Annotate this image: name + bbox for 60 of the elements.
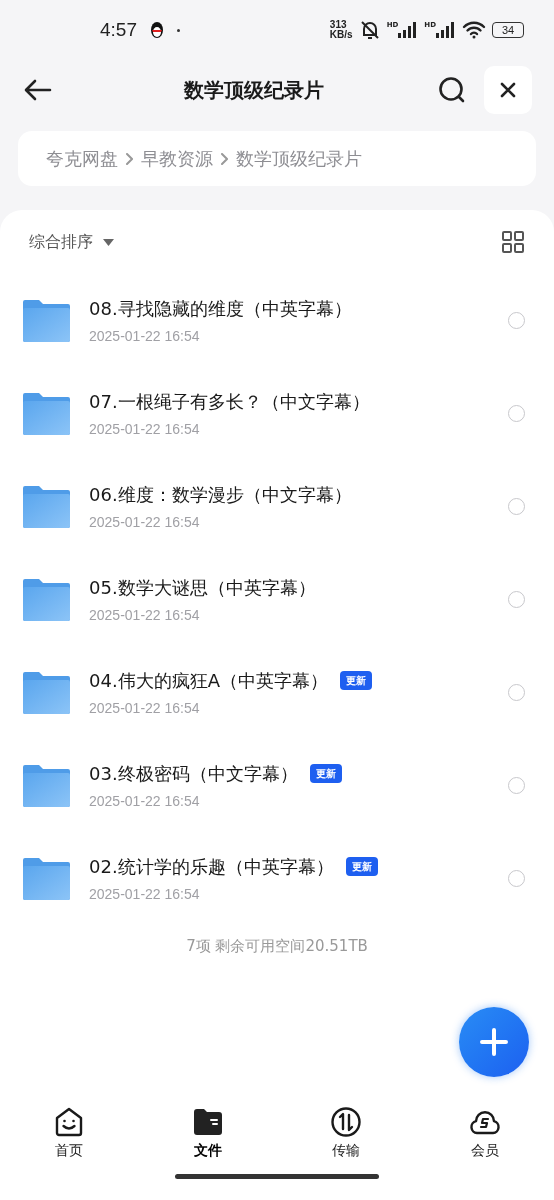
folder-icon: [23, 299, 70, 342]
folder-date: 2025-01-22 16:54: [89, 419, 201, 439]
folder-name: 02.统计学的乐趣（中英字幕）: [89, 854, 334, 879]
update-badge: 更新: [345, 856, 378, 876]
status-time: 4:57: [100, 17, 137, 42]
folder-name: 07.一根绳子有多长？（中文字幕）: [89, 389, 370, 414]
folder-row[interactable]: 08.寻找隐藏的维度（中英字幕） 2025-01-22 16:54: [0, 274, 554, 367]
folder-date: 2025-01-22 16:54: [89, 605, 201, 625]
chevron-right-icon: [221, 152, 228, 165]
transfer-icon: [330, 1106, 363, 1138]
folder-icon: [23, 485, 70, 528]
battery-indicator: 34: [492, 22, 524, 38]
plus-icon: [480, 1028, 508, 1056]
back-arrow-icon: [24, 79, 52, 101]
signal-icon: [436, 22, 456, 38]
nav-tab[interactable]: 首页: [0, 1106, 139, 1168]
folder-name: 05.数学大谜思（中英字幕）: [89, 575, 316, 600]
folder-icon: [23, 578, 70, 621]
folder-row[interactable]: 05.数学大谜思（中英字幕） 2025-01-22 16:54: [0, 553, 554, 646]
folder-icon: [23, 671, 70, 714]
folder-name: 03.终极密码（中文字幕）: [89, 761, 298, 786]
nav-tab[interactable]: 会员: [415, 1106, 554, 1168]
page-title: 数学顶级纪录片: [184, 77, 324, 104]
grid-view-button[interactable]: [501, 230, 525, 254]
network-speed-unit: KB/s: [329, 30, 353, 40]
folder-icon: [191, 1106, 224, 1138]
folder-date: 2025-01-22 16:54: [89, 791, 201, 811]
folder-date: 2025-01-22 16:54: [89, 884, 201, 904]
signal-icon: [398, 22, 419, 38]
caret-icon: [103, 238, 114, 246]
close-icon: [500, 82, 516, 98]
folder-date: 2025-01-22 16:54: [89, 698, 201, 718]
folder-name: 06.维度：数学漫步（中文字幕）: [89, 482, 352, 507]
folder-name: 08.寻找隐藏的维度（中英字幕）: [89, 296, 352, 321]
penguin-icon: [149, 21, 165, 39]
update-badge: 更新: [309, 763, 342, 783]
add-button[interactable]: [459, 1007, 529, 1077]
storage-summary: 7项 剩余可用空间20.51TB: [186, 936, 368, 957]
nav-tab[interactable]: 文件: [138, 1106, 277, 1168]
folder-icon: [23, 857, 70, 900]
folder-icon: [23, 764, 70, 807]
folder-date: 2025-01-22 16:54: [89, 326, 201, 346]
folder-row[interactable]: 04.伟大的疯狂A（中英字幕） 更新 2025-01-22 16:54: [0, 646, 554, 739]
folder-row[interactable]: 07.一根绳子有多长？（中文字幕） 2025-01-22 16:54: [0, 367, 554, 460]
chevron-right-icon: [126, 152, 133, 165]
muted-bell-icon: [358, 20, 381, 40]
nav-tab[interactable]: 传输: [277, 1106, 416, 1168]
folder-icon: [23, 392, 70, 435]
folder-date: 2025-01-22 16:54: [89, 512, 201, 532]
search-icon: [438, 76, 466, 104]
folder-name: 04.伟大的疯狂A（中英字幕）: [89, 668, 328, 693]
update-badge: 更新: [339, 670, 372, 690]
network-speed-value: 313: [329, 20, 348, 30]
folder-row[interactable]: 02.统计学的乐趣（中英字幕） 更新 2025-01-22 16:54: [0, 832, 554, 925]
close-button[interactable]: [484, 66, 532, 114]
sort-dropdown[interactable]: 综合排序: [29, 230, 114, 254]
folder-row[interactable]: 06.维度：数学漫步（中文字幕） 2025-01-22 16:54: [0, 460, 554, 553]
folder-row[interactable]: 03.终极密码（中文字幕） 更新 2025-01-22 16:54: [0, 739, 554, 832]
wifi-icon: [462, 21, 486, 39]
grid-icon: [502, 231, 524, 253]
